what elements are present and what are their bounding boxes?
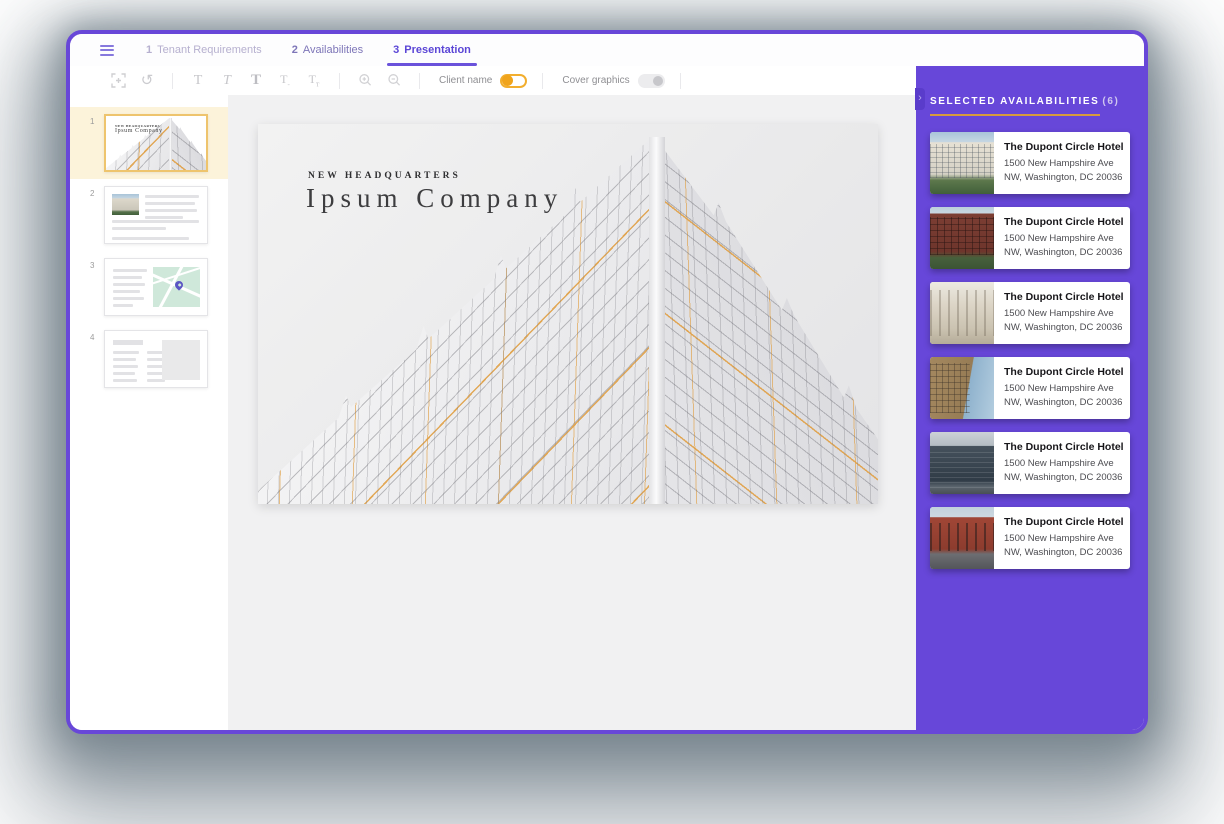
slide-thumbnail-map[interactable] — [104, 258, 208, 316]
availability-card-6[interactable]: The Dupont Circle Hotel 1500 New Hampshi… — [930, 507, 1130, 569]
slide-thumbnail-two-column[interactable] — [104, 330, 208, 388]
toolbar-divider — [339, 73, 340, 89]
thumbnail-item-3: 3 — [70, 251, 228, 323]
property-photo — [930, 207, 994, 269]
property-photo — [930, 132, 994, 194]
sidebar-title: SELECTED AVAILABILITIES — [930, 96, 1099, 107]
step-number: 3 — [393, 44, 399, 56]
sidebar-header: SELECTED AVAILABILITIES(6) — [930, 96, 1130, 116]
building-corner — [649, 137, 665, 504]
cover-graphics-toggle[interactable] — [638, 74, 665, 88]
top-nav: 1 Tenant Requirements 2 Availabilities 3… — [70, 34, 1144, 66]
slide-number: 1 — [90, 114, 104, 172]
text-style-small-dash-icon[interactable]: T- — [275, 71, 295, 91]
slide-number: 4 — [90, 330, 104, 388]
image-placeholder — [162, 340, 200, 380]
slide-thumbnail-photo-text[interactable] — [104, 186, 208, 244]
selected-availabilities-sidebar: › SELECTED AVAILABILITIES(6) The Dupont … — [916, 66, 1144, 730]
property-title: The Dupont Circle Hotel — [1004, 441, 1124, 453]
availability-card-5[interactable]: The Dupont Circle Hotel 1500 New Hampshi… — [930, 432, 1130, 494]
sidebar-title-underline — [930, 114, 1100, 116]
rotate-icon[interactable]: ↺ — [137, 71, 157, 91]
availability-card-1[interactable]: The Dupont Circle Hotel 1500 New Hampshi… — [930, 132, 1130, 194]
step-label: Presentation — [404, 44, 471, 56]
fit-to-screen-icon[interactable] — [108, 71, 128, 91]
property-title: The Dupont Circle Hotel — [1004, 216, 1124, 228]
toolbar-divider — [419, 73, 420, 89]
editor-canvas[interactable]: NEW HEADQUARTERS Ipsum Company — [228, 95, 916, 730]
availability-card-2[interactable]: The Dupont Circle Hotel 1500 New Hampshi… — [930, 207, 1130, 269]
toolbar-divider — [172, 73, 173, 89]
text-style-regular-icon[interactable]: T — [188, 71, 208, 91]
step-tab-presentation[interactable]: 3 Presentation — [393, 34, 471, 66]
map-placeholder — [153, 267, 200, 307]
property-address: 1500 New Hampshire AveNW, Washington, DC… — [1004, 532, 1124, 560]
slide-thumbnail-cover[interactable]: NEW HEADQUARTERS Ipsum Company — [104, 114, 208, 172]
property-address: 1500 New Hampshire AveNW, Washington, DC… — [1004, 232, 1124, 260]
thumbnail-item-2: 2 — [70, 179, 228, 251]
thumbnail-item-1: 1 NEW HEADQUARTERS Ipsum Company — [70, 107, 228, 179]
client-name-toggle-label: Client name — [439, 75, 492, 86]
editor-toolbar: ↺ T T T T- Tт — [70, 66, 916, 95]
sidebar-collapse-chevron-icon[interactable]: › — [915, 88, 925, 110]
thumbnail-building-photo — [112, 194, 139, 215]
slide-number: 2 — [90, 186, 104, 244]
property-title: The Dupont Circle Hotel — [1004, 291, 1124, 303]
thumbnail-title-text: Ipsum Company — [115, 128, 163, 134]
text-lines-placeholder — [145, 195, 199, 223]
slide-title-text[interactable]: Ipsum Company — [306, 183, 563, 214]
sidebar-count: (6) — [1102, 96, 1119, 107]
property-photo — [930, 432, 994, 494]
thumbnail-item-4: 4 — [70, 323, 228, 395]
availability-card-3[interactable]: The Dupont Circle Hotel 1500 New Hampshi… — [930, 282, 1130, 344]
step-label: Tenant Requirements — [157, 44, 262, 56]
text-style-italic-icon[interactable]: T — [217, 71, 237, 91]
property-photo — [930, 282, 994, 344]
zoom-out-icon[interactable] — [384, 71, 404, 91]
hamburger-menu-icon[interactable] — [100, 45, 114, 56]
slide-eyebrow-text[interactable]: NEW HEADQUARTERS — [308, 171, 461, 181]
step-label: Availabilities — [303, 44, 363, 56]
property-title: The Dupont Circle Hotel — [1004, 366, 1124, 378]
page-background: 1 Tenant Requirements 2 Availabilities 3… — [0, 0, 1224, 824]
property-address: 1500 New Hampshire AveNW, Washington, DC… — [1004, 157, 1124, 185]
text-style-bold-icon[interactable]: T — [246, 71, 266, 91]
step-number: 2 — [292, 44, 298, 56]
text-lines-placeholder — [113, 269, 147, 311]
property-photo — [930, 507, 994, 569]
slide-number: 3 — [90, 258, 104, 316]
text-lines-placeholder — [112, 220, 199, 244]
presentation-slide[interactable]: NEW HEADQUARTERS Ipsum Company — [258, 124, 878, 504]
property-title: The Dupont Circle Hotel — [1004, 141, 1124, 153]
text-style-small-t-icon[interactable]: Tт — [304, 71, 324, 91]
slide-thumbnail-rail: 1 NEW HEADQUARTERS Ipsum Company 2 — [70, 95, 228, 730]
step-number: 1 — [146, 44, 152, 56]
property-photo — [930, 357, 994, 419]
property-title: The Dupont Circle Hotel — [1004, 516, 1124, 528]
step-tabs: 1 Tenant Requirements 2 Availabilities 3… — [146, 34, 471, 66]
app-window: 1 Tenant Requirements 2 Availabilities 3… — [66, 30, 1148, 734]
property-address: 1500 New Hampshire AveNW, Washington, DC… — [1004, 457, 1124, 485]
step-tab-availabilities[interactable]: 2 Availabilities — [292, 34, 363, 66]
availability-card-4[interactable]: The Dupont Circle Hotel 1500 New Hampshi… — [930, 357, 1130, 419]
property-address: 1500 New Hampshire AveNW, Washington, DC… — [1004, 382, 1124, 410]
cover-building-graphic — [258, 124, 878, 504]
zoom-in-icon[interactable] — [355, 71, 375, 91]
toolbar-divider — [542, 73, 543, 89]
toolbar-divider — [680, 73, 681, 89]
cover-graphics-toggle-label: Cover graphics — [562, 75, 629, 86]
property-address: 1500 New Hampshire AveNW, Washington, DC… — [1004, 307, 1124, 335]
client-name-toggle[interactable] — [500, 74, 527, 88]
step-tab-tenant-requirements[interactable]: 1 Tenant Requirements — [146, 34, 262, 66]
